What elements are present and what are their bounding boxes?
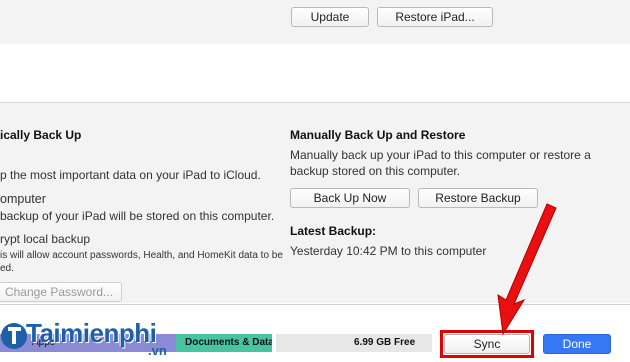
manual-backup-heading: Manually Back Up and Restore	[290, 128, 466, 142]
watermark-brand: Taimienphi	[26, 318, 157, 348]
red-arrow-annotation	[497, 203, 557, 336]
change-password-button[interactable]: Change Password...	[0, 282, 122, 302]
latest-backup-heading: Latest Backup:	[290, 224, 377, 238]
encrypt-backup-checkbox-label[interactable]: rypt local backup	[0, 232, 90, 246]
encrypt-description-line2: ed.	[0, 263, 14, 274]
restore-ipad-button[interactable]: Restore iPad...	[377, 7, 493, 27]
storage-docs-label: Documents & Data	[185, 337, 274, 348]
manual-backup-desc-line2: backup stored on this computer.	[290, 164, 461, 178]
update-button[interactable]: Update	[291, 7, 369, 27]
this-computer-description: backup of your iPad will be stored on th…	[0, 209, 275, 223]
storage-docs-segment: Documents & Data	[176, 334, 274, 352]
encrypt-description: is will allow account passwords, Health,…	[0, 250, 283, 261]
storage-free-segment: 6.99 GB Free	[276, 334, 432, 352]
this-computer-option-label[interactable]: omputer	[0, 192, 46, 206]
update-section: Update Restore iPad...	[0, 0, 630, 45]
icloud-description: p the most important data on your iPad t…	[0, 168, 261, 182]
manual-backup-desc-line1: Manually back up your iPad to this compu…	[290, 148, 591, 162]
back-up-now-button[interactable]: Back Up Now	[290, 188, 410, 208]
watermark-tld: .vn	[148, 343, 167, 358]
spacer-panel	[0, 44, 630, 103]
latest-backup-value: Yesterday 10:42 PM to this computer	[290, 244, 487, 258]
auto-backup-heading: ically Back Up	[0, 128, 82, 142]
storage-free-label: 6.99 GB Free	[354, 337, 416, 348]
